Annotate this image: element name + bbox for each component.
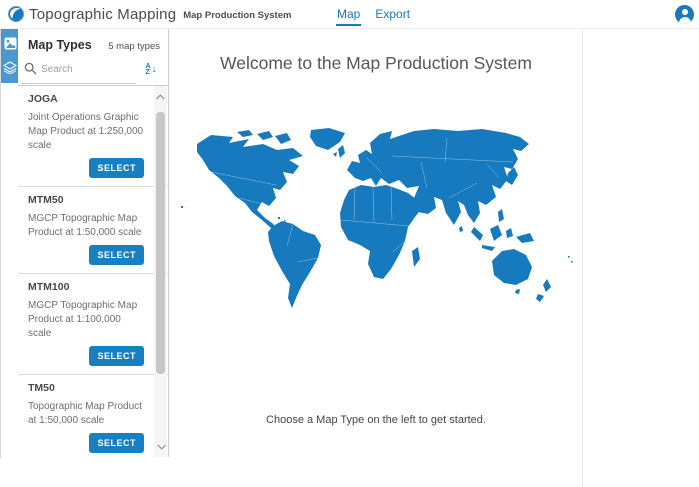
left-icon-rail <box>0 29 18 458</box>
select-button[interactable]: SELECT <box>89 346 144 366</box>
map-type-item-mtm100: MTM100 MGCP Topographic Map Product at 1… <box>18 274 168 375</box>
avatar-body-shape <box>679 17 691 25</box>
main-content-area: Welcome to the Map Production System <box>169 29 699 487</box>
scrollbar-thumb[interactable] <box>156 112 165 374</box>
map-type-description: Joint Operations Graphic Map Product at … <box>28 111 144 153</box>
map-type-description: MGCP Topographic Map Product at 1:50,000… <box>28 212 144 240</box>
select-button[interactable]: SELECT <box>89 245 144 265</box>
select-button[interactable]: SELECT <box>89 433 144 453</box>
layers-panel-icon[interactable] <box>1 55 19 79</box>
app-logo-globe-icon <box>7 5 25 23</box>
welcome-title: Welcome to the Map Production System <box>170 53 582 74</box>
avatar-head-shape <box>682 9 688 15</box>
sidebar-title: Map Types <box>28 38 92 52</box>
map-type-description: Topographic Map Product at 1:50,000 scal… <box>28 400 144 428</box>
header-tabs: Map Export <box>336 0 411 29</box>
scroll-up-icon[interactable] <box>154 91 167 104</box>
tab-map[interactable]: Map <box>336 3 361 26</box>
map-type-name: JOGA <box>28 93 144 105</box>
map-panel-icon[interactable] <box>1 31 19 55</box>
world-map-image <box>177 128 575 312</box>
search-box <box>22 56 136 84</box>
scroll-down-icon[interactable] <box>154 439 167 452</box>
select-button[interactable]: SELECT <box>89 158 144 178</box>
map-type-item-tm50: TM50 Topographic Map Product at 1:50,000… <box>18 375 168 457</box>
search-input[interactable] <box>41 64 126 75</box>
map-type-list: JOGA Joint Operations Graphic Map Produc… <box>18 85 168 457</box>
map-types-count: 5 map types <box>108 41 160 52</box>
sort-az-icon[interactable]: AZ ↓ <box>140 59 162 81</box>
search-icon <box>24 62 37 75</box>
map-types-sidebar: Map Types 5 map types AZ ↓ JOGA Joint Op… <box>18 29 169 457</box>
map-type-name: TM50 <box>28 382 144 394</box>
map-type-item-joga: JOGA Joint Operations Graphic Map Produc… <box>18 86 168 187</box>
welcome-panel: Welcome to the Map Production System <box>170 29 583 487</box>
user-avatar-icon[interactable] <box>675 5 694 24</box>
app-subtitle: Map Production System <box>183 10 291 21</box>
sidebar-header: Map Types 5 map types <box>18 29 168 56</box>
map-type-item-mtm50: MTM50 MGCP Topographic Map Product at 1:… <box>18 187 168 274</box>
tab-export[interactable]: Export <box>374 3 411 26</box>
app-header: Topographic Mapping Map Production Syste… <box>0 0 699 29</box>
rail-icon-group <box>1 29 19 83</box>
map-type-name: MTM50 <box>28 194 144 206</box>
map-type-description: MGCP Topographic Map Product at 1:100,00… <box>28 299 144 341</box>
sort-az-glyph: AZ ↓ <box>145 64 156 77</box>
map-type-name: MTM100 <box>28 281 144 293</box>
app-title: Topographic Mapping <box>29 6 176 23</box>
chevron-up-glyph <box>156 94 164 102</box>
sidebar-scrollbar[interactable] <box>154 86 167 457</box>
chevron-down-glyph <box>157 441 165 449</box>
search-row: AZ ↓ <box>18 56 168 84</box>
get-started-instruction: Choose a Map Type on the left to get sta… <box>170 414 582 426</box>
